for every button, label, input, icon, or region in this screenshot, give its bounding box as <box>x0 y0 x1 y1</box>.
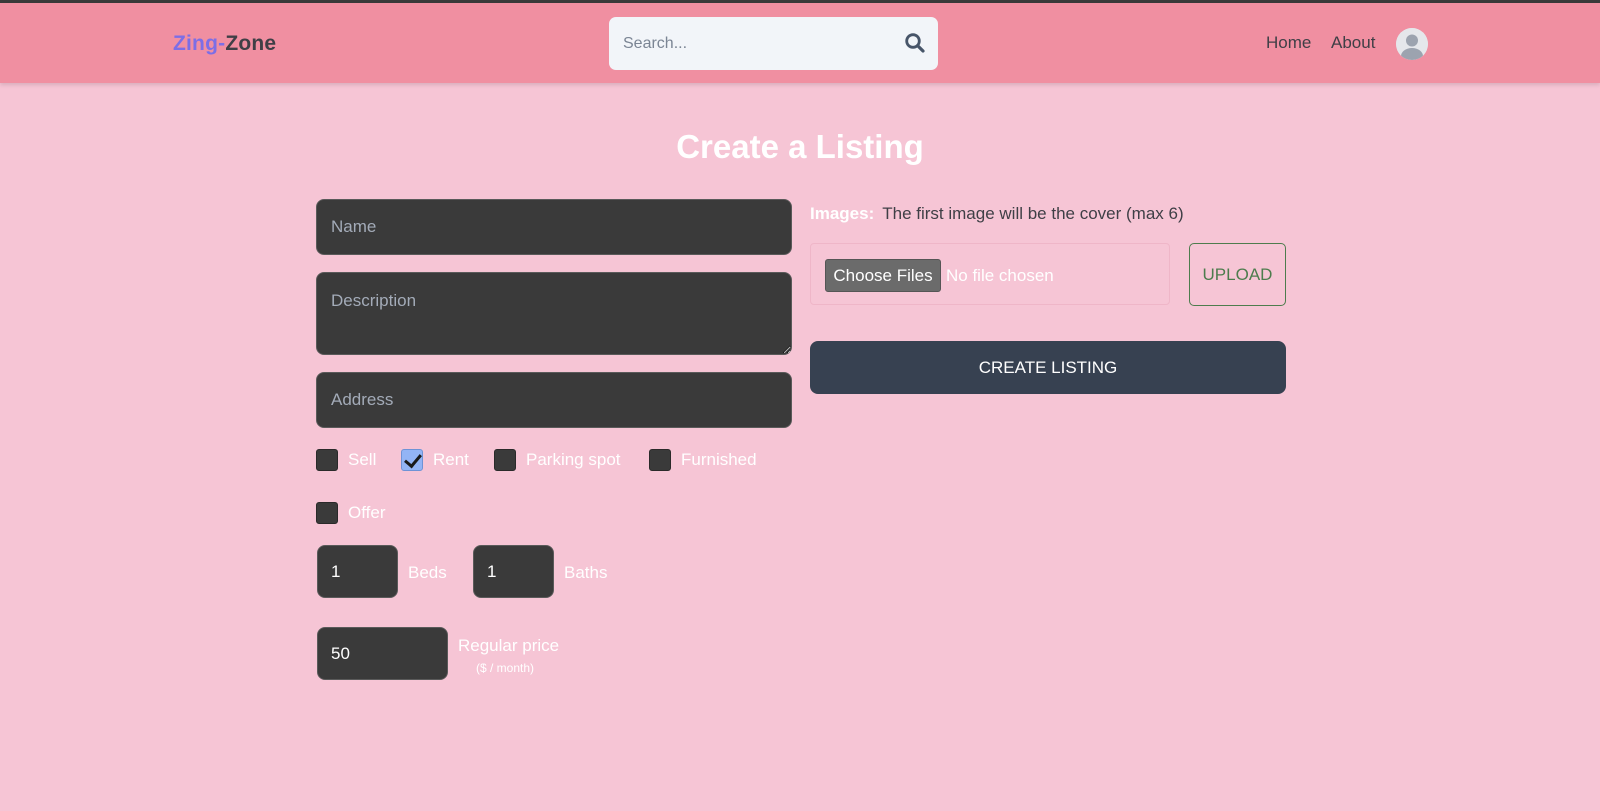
parking-spot-checkbox[interactable] <box>494 449 516 471</box>
search-input[interactable] <box>623 17 893 70</box>
regular-price-unit: ($ / month) <box>476 661 535 675</box>
description-textarea[interactable] <box>316 272 792 355</box>
beds-label: Beds <box>408 563 447 582</box>
rent-label: Rent <box>433 450 469 469</box>
create-listing-button[interactable]: CREATE LISTING <box>810 341 1286 394</box>
user-avatar-icon[interactable] <box>1396 28 1428 60</box>
parking-spot-label: Parking spot <box>526 450 621 469</box>
sell-label: Sell <box>348 450 377 469</box>
regular-price-input[interactable] <box>317 627 448 680</box>
beds-input[interactable] <box>317 545 398 598</box>
nav-about-link[interactable]: About <box>1331 33 1375 53</box>
checkbox-parking-spot[interactable]: Parking spot <box>494 449 621 471</box>
choose-files-button[interactable]: Choose Files <box>825 259 941 292</box>
file-input[interactable]: Choose Files No file chosen <box>810 243 1170 305</box>
rent-checkbox[interactable] <box>401 449 423 471</box>
furnished-checkbox[interactable] <box>649 449 671 471</box>
checkbox-offer[interactable]: Offer <box>316 502 385 524</box>
offer-label: Offer <box>348 503 386 522</box>
page-title: Create a Listing <box>676 128 924 165</box>
images-label: Images: <box>810 204 875 223</box>
name-input[interactable] <box>316 199 792 255</box>
checkbox-furnished[interactable]: Furnished <box>649 449 757 471</box>
regular-price-label: Regular price <box>458 636 560 655</box>
address-input[interactable] <box>316 372 792 428</box>
search-icon[interactable] <box>904 32 926 54</box>
logo[interactable]: Zing-Zone <box>173 32 276 56</box>
logo-part-1: Zing- <box>173 32 226 55</box>
images-hint: The first image will be the cover (max 6… <box>882 204 1184 223</box>
baths-input[interactable] <box>473 545 554 598</box>
checkbox-rent[interactable]: Rent <box>401 449 469 471</box>
logo-part-2: Zone <box>225 32 277 55</box>
sell-checkbox[interactable] <box>316 449 338 471</box>
upload-button[interactable]: UPLOAD <box>1189 243 1286 306</box>
header: Zing-Zone Home About <box>0 3 1600 83</box>
nav-home-link[interactable]: Home <box>1266 33 1311 53</box>
no-file-text: No file chosen <box>946 266 1054 285</box>
checkbox-sell[interactable]: Sell <box>316 449 376 471</box>
offer-checkbox[interactable] <box>316 502 338 524</box>
images-heading: Images: The first image will be the cover… <box>810 204 1184 224</box>
furnished-label: Furnished <box>681 450 757 469</box>
search-bar <box>609 17 938 70</box>
baths-label: Baths <box>564 563 608 582</box>
